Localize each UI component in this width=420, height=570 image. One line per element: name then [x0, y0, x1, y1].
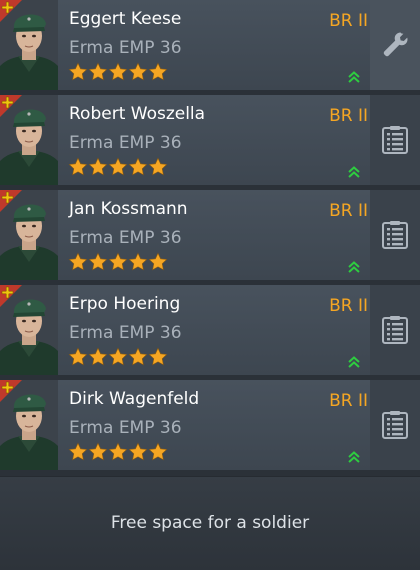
soldier-stars: [68, 62, 168, 84]
soldier-stars: [68, 442, 168, 464]
soldier-row: Eggert Keese Erma EMP 36 BR II: [0, 0, 420, 90]
star-icon: [148, 442, 168, 461]
battle-rating: BR II: [329, 201, 368, 221]
details-button[interactable]: [370, 285, 420, 375]
star-icon: [88, 252, 108, 271]
upgrade-arrows-icon: [348, 356, 360, 368]
star-icon: [68, 157, 88, 176]
star-icon: [108, 62, 128, 81]
free-soldier-slot[interactable]: Free space for a soldier: [0, 476, 420, 570]
star-icon: [68, 252, 88, 271]
star-icon: [108, 157, 128, 176]
rank-badge-icon: [0, 95, 22, 117]
upgrade-arrows-icon: [348, 261, 360, 273]
rank-badge-icon: [0, 190, 22, 212]
soldier-card[interactable]: Robert Woszella Erma EMP 36 BR II: [0, 95, 370, 185]
details-button[interactable]: [370, 190, 420, 280]
star-icon: [68, 62, 88, 81]
rank-badge-icon: [0, 380, 22, 402]
soldier-name: Dirk Wagenfeld: [69, 389, 200, 409]
star-icon: [128, 442, 148, 461]
list-icon: [382, 411, 408, 439]
soldier-weapon: Erma EMP 36: [69, 323, 182, 343]
soldier-row: Dirk Wagenfeld Erma EMP 36 BR II: [0, 380, 420, 470]
soldier-weapon: Erma EMP 36: [69, 133, 182, 153]
battle-rating: BR II: [329, 296, 368, 316]
star-icon: [108, 347, 128, 366]
list-icon: [382, 221, 408, 249]
rank-badge-icon: [0, 285, 22, 307]
soldier-name: Eggert Keese: [69, 9, 182, 29]
soldier-stars: [68, 252, 168, 274]
upgrade-arrows-icon: [348, 71, 360, 83]
wrench-icon: [383, 32, 408, 57]
soldier-row: Robert Woszella Erma EMP 36 BR II: [0, 95, 420, 185]
soldier-row: Erpo Hoering Erma EMP 36 BR II: [0, 285, 420, 375]
soldier-row: Jan Kossmann Erma EMP 36 BR II: [0, 190, 420, 280]
star-icon: [88, 347, 108, 366]
star-icon: [128, 157, 148, 176]
list-icon: [382, 316, 408, 344]
star-icon: [128, 252, 148, 271]
soldier-card[interactable]: Eggert Keese Erma EMP 36 BR II: [0, 0, 370, 90]
details-button[interactable]: [370, 95, 420, 185]
soldier-weapon: Erma EMP 36: [69, 228, 182, 248]
star-icon: [88, 62, 108, 81]
details-button[interactable]: [370, 380, 420, 470]
star-icon: [88, 442, 108, 461]
star-icon: [148, 62, 168, 81]
star-icon: [128, 62, 148, 81]
battle-rating: BR II: [329, 106, 368, 126]
soldier-name: Robert Woszella: [69, 104, 206, 124]
soldier-name: Erpo Hoering: [69, 294, 181, 314]
rank-badge-icon: [0, 0, 22, 22]
star-icon: [68, 442, 88, 461]
battle-rating: BR II: [329, 11, 368, 31]
soldier-weapon: Erma EMP 36: [69, 418, 182, 438]
wrench-button[interactable]: [370, 0, 420, 90]
star-icon: [148, 347, 168, 366]
list-icon: [382, 126, 408, 154]
soldier-stars: [68, 157, 168, 179]
star-icon: [148, 252, 168, 271]
star-icon: [68, 347, 88, 366]
upgrade-arrows-icon: [348, 451, 360, 463]
soldier-card[interactable]: Erpo Hoering Erma EMP 36 BR II: [0, 285, 370, 375]
battle-rating: BR II: [329, 391, 368, 411]
free-slot-label: Free space for a soldier: [110, 513, 310, 533]
star-icon: [88, 157, 108, 176]
upgrade-arrows-icon: [348, 166, 360, 178]
star-icon: [148, 157, 168, 176]
soldier-card[interactable]: Jan Kossmann Erma EMP 36 BR II: [0, 190, 370, 280]
star-icon: [108, 252, 128, 271]
soldier-name: Jan Kossmann: [69, 199, 188, 219]
soldier-weapon: Erma EMP 36: [69, 38, 182, 58]
star-icon: [108, 442, 128, 461]
soldier-stars: [68, 347, 168, 369]
star-icon: [128, 347, 148, 366]
soldier-card[interactable]: Dirk Wagenfeld Erma EMP 36 BR II: [0, 380, 370, 470]
